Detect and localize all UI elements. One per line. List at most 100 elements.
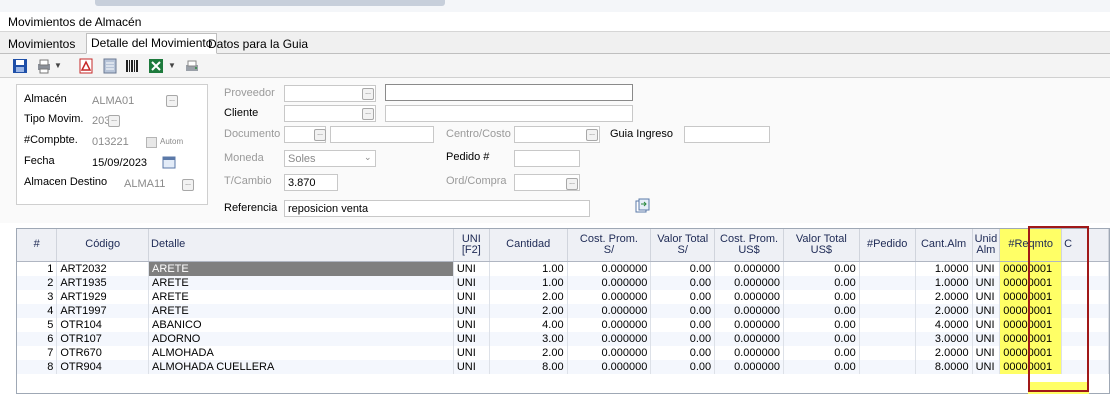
cell-detalle[interactable]: ARETE	[148, 275, 454, 290]
cell-valor-total-soles[interactable]: 0.00	[650, 261, 716, 276]
excel-icon[interactable]	[148, 58, 164, 74]
table-row[interactable]: 8 OTR904 ALMOHADA CUELLERA UNI 8.00 0.00…	[17, 359, 1109, 374]
cell-reqmto[interactable]: 00000001	[999, 359, 1063, 374]
cell-cantidad[interactable]: 1.00	[489, 275, 568, 290]
cell-detalle[interactable]: ARETE	[148, 289, 454, 304]
cell-cost-prom-usd[interactable]: 0.000000	[714, 359, 785, 374]
ord-compra-lookup-button[interactable]: ...	[566, 178, 578, 190]
cell-cant-alm[interactable]: 4.0000	[915, 317, 973, 332]
almacen-destino-lookup-button[interactable]: ...	[182, 179, 194, 191]
cell-cant-alm[interactable]: 2.0000	[915, 303, 973, 318]
cell-reqmto[interactable]: 00000001	[999, 261, 1063, 276]
cell-cost-prom-soles[interactable]: 0.000000	[567, 289, 652, 304]
table-row[interactable]: 4 ART1997 ARETE UNI 2.00 0.000000 0.00 0…	[17, 303, 1109, 318]
cell-cant-alm[interactable]: 3.0000	[915, 331, 973, 346]
cell-cant-alm[interactable]: 8.0000	[915, 359, 973, 374]
documento-lookup-button[interactable]: ...	[314, 129, 326, 141]
print-dropdown-icon[interactable]: ▼	[54, 61, 62, 70]
cell-unid-alm[interactable]: UNI	[972, 261, 1001, 276]
cell-cantidad[interactable]: 1.00	[489, 261, 568, 276]
cell-cantidad[interactable]: 3.00	[489, 331, 568, 346]
cell-detalle[interactable]: ADORNO	[148, 331, 454, 346]
col-header-cost-prom-usd[interactable]: Cost. Prom. US$	[714, 229, 785, 262]
cell-valor-total-usd[interactable]: 0.00	[783, 275, 860, 290]
cell-valor-total-usd[interactable]: 0.00	[783, 331, 860, 346]
cell-detalle[interactable]: ABANICO	[148, 317, 454, 332]
cell-cost-prom-usd[interactable]: 0.000000	[714, 331, 785, 346]
col-header-extra[interactable]: C	[1061, 229, 1109, 262]
cell-pedido[interactable]	[859, 345, 916, 360]
cliente-name-field[interactable]	[385, 105, 633, 122]
calendar-icon[interactable]	[162, 155, 178, 171]
fecha-value[interactable]: 15/09/2023	[92, 157, 147, 169]
cell-unid-alm[interactable]: UNI	[972, 359, 1001, 374]
barcode-icon[interactable]	[124, 58, 140, 74]
cell-uni[interactable]: UNI	[453, 359, 490, 374]
table-row[interactable]: 7 OTR670 ALMOHADA UNI 2.00 0.000000 0.00…	[17, 345, 1109, 360]
cell-codigo[interactable]: OTR904	[56, 359, 150, 374]
cell-unid-alm[interactable]: UNI	[972, 331, 1001, 346]
cell-valor-total-soles[interactable]: 0.00	[650, 331, 716, 346]
cell-cantidad[interactable]: 2.00	[489, 289, 568, 304]
cell-uni[interactable]: UNI	[453, 317, 490, 332]
cell-pedido[interactable]	[859, 331, 916, 346]
table-row[interactable]: 1 ART2032 ARETE UNI 1.00 0.000000 0.00 0…	[17, 261, 1109, 276]
cell-extra[interactable]	[1061, 317, 1109, 332]
cell-cant-alm[interactable]: 1.0000	[915, 261, 973, 276]
print-icon[interactable]	[36, 58, 52, 74]
cell-cost-prom-soles[interactable]: 0.000000	[567, 345, 652, 360]
cell-valor-total-soles[interactable]: 0.00	[650, 317, 716, 332]
pdf-icon[interactable]	[78, 58, 94, 74]
excel-dropdown-icon[interactable]: ▼	[168, 61, 176, 70]
col-header-cost-prom-soles[interactable]: Cost. Prom. S/	[567, 229, 652, 262]
col-header-num[interactable]: #	[17, 229, 58, 262]
centro-costo-lookup-button[interactable]: ...	[586, 129, 598, 141]
cell-codigo[interactable]: ART1929	[56, 289, 150, 304]
cell-valor-total-soles[interactable]: 0.00	[650, 289, 716, 304]
cell-cost-prom-usd[interactable]: 0.000000	[714, 261, 785, 276]
cell-cantidad[interactable]: 4.00	[489, 317, 568, 332]
documento-number-field[interactable]	[330, 126, 434, 143]
cell-valor-total-usd[interactable]: 0.00	[783, 303, 860, 318]
proveedor-lookup-button[interactable]: ...	[362, 88, 374, 100]
cell-pedido[interactable]	[859, 261, 916, 276]
table-row[interactable]: 2 ART1935 ARETE UNI 1.00 0.000000 0.00 0…	[17, 275, 1109, 290]
cell-cost-prom-usd[interactable]: 0.000000	[714, 345, 785, 360]
cell-reqmto[interactable]: 00000001	[999, 275, 1063, 290]
col-header-valor-total-usd[interactable]: Valor Total US$	[783, 229, 860, 262]
cell-cantidad[interactable]: 8.00	[489, 359, 568, 374]
cell-reqmto[interactable]: 00000001	[999, 331, 1063, 346]
cell-cantidad[interactable]: 2.00	[489, 303, 568, 318]
cell-reqmto[interactable]: 00000001	[999, 289, 1063, 304]
cell-codigo[interactable]: OTR104	[56, 317, 150, 332]
printer-setup-icon[interactable]	[184, 58, 200, 74]
cell-valor-total-usd[interactable]: 0.00	[783, 317, 860, 332]
cell-valor-total-usd[interactable]: 0.00	[783, 289, 860, 304]
cell-codigo[interactable]: ART1935	[56, 275, 150, 290]
cell-detalle[interactable]: ALMOHADA	[148, 345, 454, 360]
tipo-movim-lookup-button[interactable]: ...	[108, 115, 120, 127]
cell-extra[interactable]	[1061, 331, 1109, 346]
cell-pedido[interactable]	[859, 317, 916, 332]
cell-pedido[interactable]	[859, 289, 916, 304]
cell-valor-total-soles[interactable]: 0.00	[650, 275, 716, 290]
cell-extra[interactable]	[1061, 303, 1109, 318]
cell-detalle[interactable]: ALMOHADA CUELLERA	[148, 359, 454, 374]
cell-extra[interactable]	[1061, 275, 1109, 290]
cell-uni[interactable]: UNI	[453, 275, 490, 290]
cell-unid-alm[interactable]: UNI	[972, 289, 1001, 304]
cell-uni[interactable]: UNI	[453, 331, 490, 346]
cell-codigo[interactable]: ART1997	[56, 303, 150, 318]
tab-detalle-movimiento[interactable]: Detalle del Movimiento	[86, 33, 218, 54]
proveedor-name-field[interactable]	[385, 84, 633, 101]
cell-extra[interactable]	[1061, 289, 1109, 304]
cell-pedido[interactable]	[859, 303, 916, 318]
tab-movimientos[interactable]: Movimientos	[4, 35, 79, 53]
cell-valor-total-usd[interactable]: 0.00	[783, 261, 860, 276]
col-header-codigo[interactable]: Código	[56, 229, 150, 262]
cell-valor-total-usd[interactable]: 0.00	[783, 359, 860, 374]
cell-uni[interactable]: UNI	[453, 261, 490, 276]
cell-codigo[interactable]: OTR670	[56, 345, 150, 360]
cell-uni[interactable]: UNI	[453, 289, 490, 304]
cell-pedido[interactable]	[859, 359, 916, 374]
